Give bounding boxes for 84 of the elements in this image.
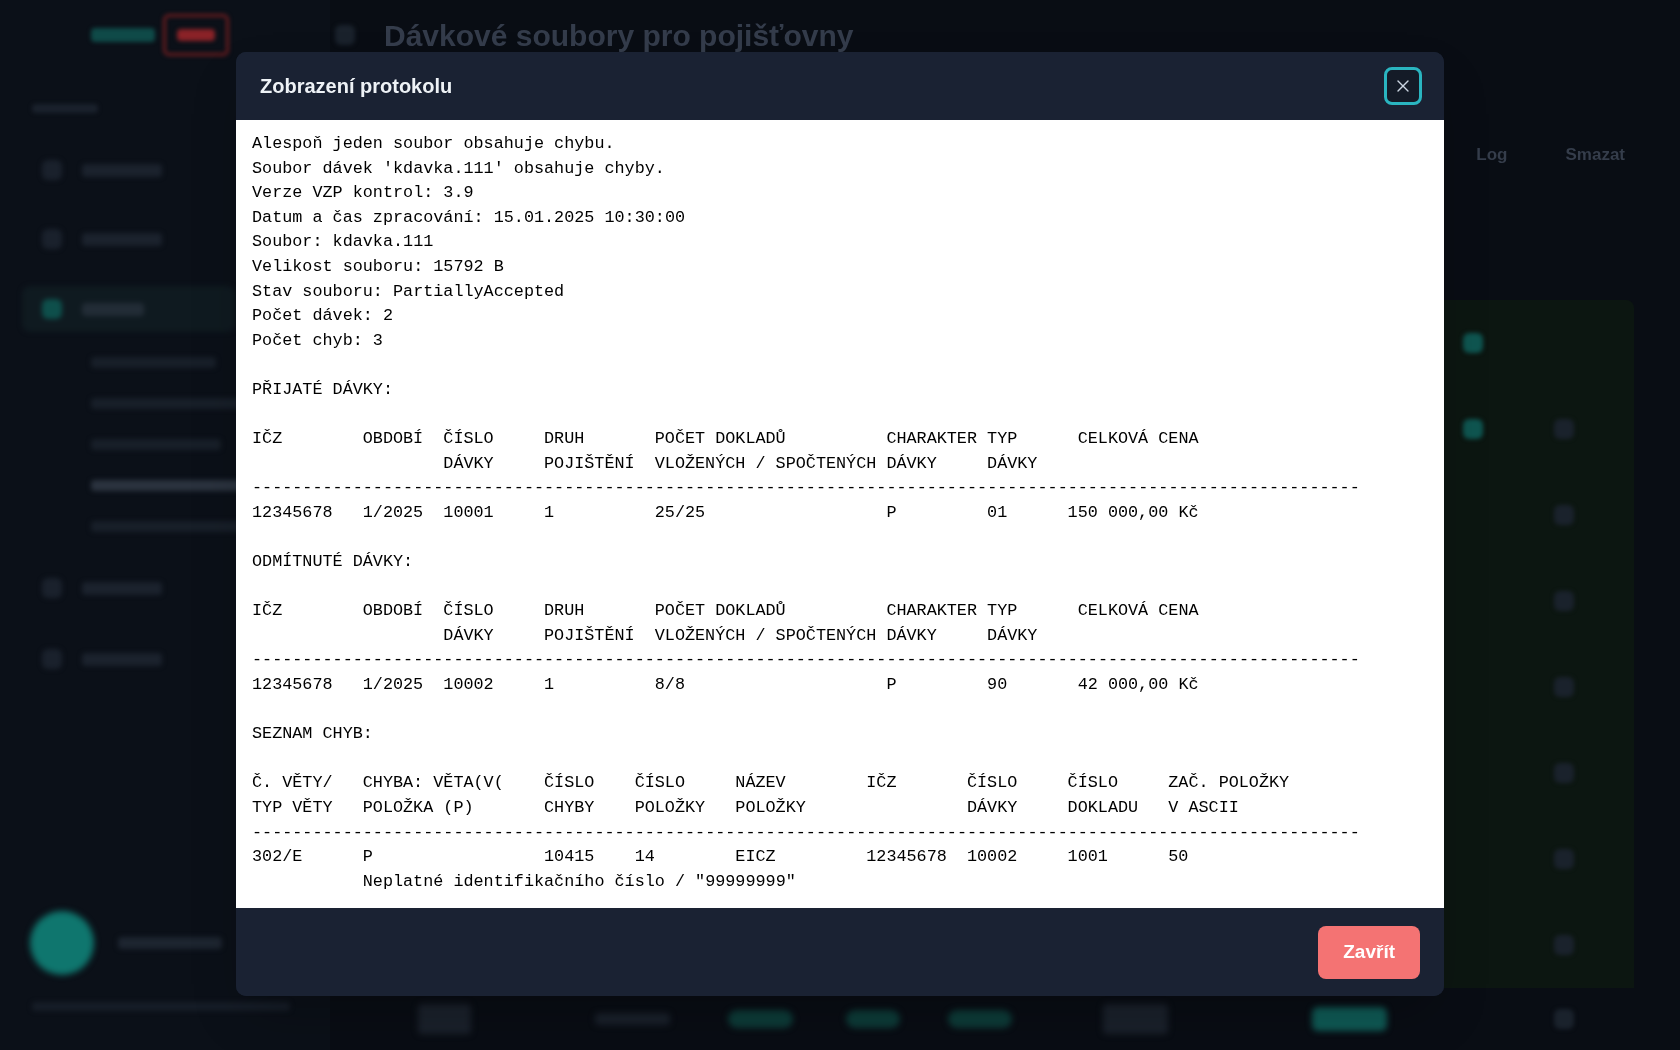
column-header: ČÍSLO POLOŽKY <box>634 772 707 820</box>
column-header: Č. VĚTY/ TYP VĚTY <box>252 772 334 820</box>
table-cell-text: 90 <box>987 674 1008 697</box>
table-cell-text: 10415 <box>544 846 595 869</box>
table-cell-text: 1 <box>544 674 555 697</box>
table-cell-text: 1001 <box>1067 846 1108 869</box>
column-header: CELKOVÁ CENA <box>1077 428 1199 451</box>
section-heading: PŘIJATÉ DÁVKY: <box>252 378 393 401</box>
table-cell-text: 10002 <box>443 674 494 697</box>
table-cell-text: 10002 <box>966 846 1018 869</box>
protocol-line: Alespoň jeden soubor obsahuje chybu. <box>252 133 615 155</box>
separator-line: -------------------------------------------------------------------------------------------------------------- <box>252 821 1360 844</box>
protocol-line: Soubor: kdavka.111 <box>252 231 434 254</box>
table-cell-text: 302/E <box>252 846 303 869</box>
table-cell-text: 1 <box>544 501 555 524</box>
column-header: ČÍSLO DOKLADU <box>1067 772 1140 820</box>
column-header: TYP DÁVKY <box>987 428 1039 475</box>
column-header: POČET DOKLADŮ VLOŽENÝCH / SPOČTENÝCH <box>654 428 878 475</box>
section-heading: ODMÍTNUTÉ DÁVKY: <box>252 551 414 574</box>
protocol-line: Velikost souboru: 15792 B <box>252 255 504 278</box>
column-header: ZAČ. POLOŽKY V ASCII <box>1168 772 1291 820</box>
blurred-icon <box>1554 419 1574 439</box>
table-cell-text: 25/25 <box>654 501 706 524</box>
blurred-badge <box>846 1010 900 1028</box>
column-header: DRUH POJIŠTĚNÍ <box>544 428 636 475</box>
table-cell-text: 12345678 <box>866 846 947 869</box>
column-header: TYP DÁVKY <box>987 600 1039 647</box>
blurred-icon <box>1554 1009 1574 1029</box>
column-header: POČET DOKLADŮ VLOŽENÝCH / SPOČTENÝCH <box>654 600 878 647</box>
column-header: CELKOVÁ CENA <box>1077 600 1199 623</box>
blurred-button[interactable] <box>1312 1007 1387 1031</box>
table-cell-text: EICZ <box>735 846 776 869</box>
table-cell-text: 8/8 <box>654 674 685 697</box>
dialog-button[interactable]: Zavřít <box>1318 925 1420 979</box>
table-cell-text: 10001 <box>443 501 494 524</box>
table-cell-text: 150 000,00 Kč <box>1067 501 1199 524</box>
blurred-icon <box>1554 763 1574 783</box>
column-header: OBDOBÍ <box>362 428 424 451</box>
column-header: ČÍSLO DÁVKY <box>443 600 495 647</box>
table-cell-text: 01 <box>987 501 1008 524</box>
blurred-icon <box>1554 505 1574 525</box>
protocol-line: Počet dávek: 2 <box>252 305 393 328</box>
table-cell-text: P <box>886 674 897 697</box>
close-button[interactable] <box>1384 67 1422 105</box>
column-header: CHYBA: VĚTA(V( POLOŽKA (P) <box>362 772 505 820</box>
column-header: ČÍSLO DÁVKY <box>966 772 1019 820</box>
column-header: IČZ <box>866 772 897 795</box>
table-cell-text: 1/2025 <box>362 674 424 697</box>
blurred-icon <box>1554 677 1574 697</box>
blurred-badge <box>948 1010 1012 1028</box>
protocol-line: Počet chyb: 3 <box>252 329 383 352</box>
section-heading: SEZNAM CHYB: <box>252 723 373 746</box>
table-cell-text: 12345678 <box>252 674 333 697</box>
dialog-title: Zobrazení protokolu <box>260 74 453 99</box>
protocol-line: Datum a čas zpracování: 15.01.2025 10:30:00 <box>252 206 686 229</box>
blurred-icon <box>1554 849 1574 869</box>
separator-line: -------------------------------------------------------------------------------------------------------------- <box>252 649 1360 672</box>
column-header: ČÍSLO DÁVKY <box>443 428 495 475</box>
error-description: Neplatné identifikačního číslo / "99999999" <box>362 870 796 893</box>
blurred-icon <box>1554 935 1574 955</box>
column-header: CHARAKTER DÁVKY <box>886 600 978 647</box>
separator-line: -------------------------------------------------------------------------------------------------------------- <box>252 477 1360 500</box>
column-header: IČZ <box>252 600 283 623</box>
table-cell-text: P <box>362 846 373 869</box>
protocol-line: Soubor dávek 'kdavka.111' obsahuje chyby. <box>252 157 665 180</box>
column-header: NÁZEV POLOŽKY <box>735 772 807 820</box>
column-header: DRUH POJIŠTĚNÍ <box>544 600 636 647</box>
table-cell-text: 14 <box>634 846 655 869</box>
column-header: ČÍSLO CHYBY <box>544 772 596 820</box>
column-header: IČZ <box>252 428 283 451</box>
blurred-icon <box>1463 333 1483 353</box>
table-cell-text: P <box>886 501 897 524</box>
blurred-icon <box>1554 591 1574 611</box>
protocol-line: Stav souboru: PartiallyAccepted <box>252 280 565 303</box>
column-header: OBDOBÍ <box>362 600 424 623</box>
protocol-line: Verze VZP kontrol: 3.9 <box>252 182 474 205</box>
blurred-icon <box>1463 419 1483 439</box>
blurred-icon <box>335 25 355 45</box>
column-header: CHARAKTER DÁVKY <box>886 428 978 475</box>
table-cell-text: 12345678 <box>252 501 333 524</box>
table-cell-text: 1/2025 <box>362 501 424 524</box>
blurred-badge <box>728 1010 793 1028</box>
table-cell-text: 42 000,00 Kč <box>1077 674 1199 697</box>
table-cell-text: 50 <box>1168 846 1189 869</box>
